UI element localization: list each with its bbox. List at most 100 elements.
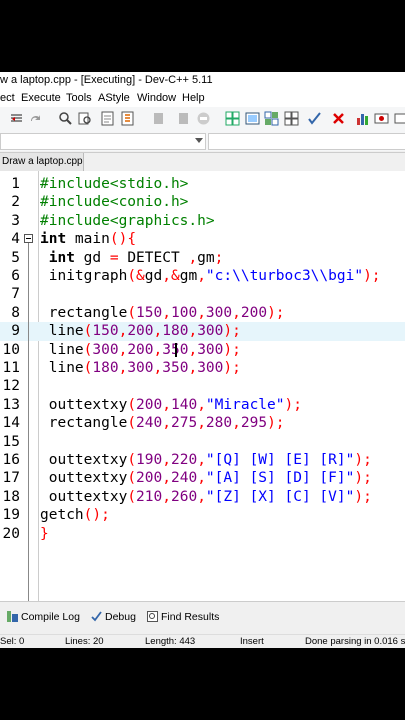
- line-number: 15: [2, 433, 20, 450]
- code-text: outtextxy(200,140,"Miracle");: [40, 396, 302, 413]
- menu-bar: ect Execute Tools AStyle Window Help: [0, 89, 405, 107]
- compile-log-icon: [7, 611, 18, 622]
- compile-run-icon[interactable]: [264, 111, 279, 126]
- menu-help[interactable]: Help: [182, 89, 205, 107]
- rebuild-icon[interactable]: [284, 111, 299, 126]
- compile-log-label: Compile Log: [21, 611, 80, 623]
- stop-circle-icon[interactable]: [196, 111, 211, 126]
- code-line[interactable]: 6 initgraph(&gd,&gm,"c:\\turboc3\\bgi");: [0, 267, 405, 285]
- check-icon[interactable]: [307, 111, 322, 126]
- code-line[interactable]: 14 rectangle(240,275,280,295);: [0, 414, 405, 432]
- code-editor[interactable]: 1 #include<stdio.h> 2 #include<conio.h> 3 #in…: [0, 171, 405, 605]
- code-text: outtextxy(190,220,"[Q] [W] [E] [R]");: [40, 452, 372, 468]
- tab-draw-a-laptop[interactable]: Draw a laptop.cpp: [0, 153, 84, 171]
- code-line[interactable]: 11 line(180,300,350,300);: [0, 359, 405, 377]
- find-results-icon: [147, 611, 158, 622]
- menu-project[interactable]: ect: [0, 89, 15, 107]
- code-text: #include<graphics.h>: [40, 212, 215, 229]
- code-line[interactable]: 8 rectangle(150,100,300,200);: [0, 304, 405, 322]
- goto-line-icon[interactable]: [100, 111, 115, 126]
- debug-icon[interactable]: [374, 111, 389, 126]
- devcpp-window: w a laptop.cpp - [Executing] - Dev-C++ 5…: [0, 72, 405, 648]
- checkmark-icon: [91, 611, 102, 622]
- compile-icon[interactable]: [225, 111, 240, 126]
- close-icon[interactable]: [331, 111, 346, 126]
- code-text: line(180,300,350,300);: [40, 360, 241, 376]
- menu-execute[interactable]: Execute: [21, 89, 61, 107]
- status-lines: Lines: 20: [65, 636, 104, 647]
- code-line[interactable]: 9 line(150,200,180,300);: [0, 322, 405, 341]
- code-text: rectangle(240,275,280,295);: [40, 415, 285, 432]
- status-insert-mode: Insert: [240, 636, 264, 647]
- code-text: line(150,200,180,300);: [40, 323, 241, 340]
- tab-find-results[interactable]: Find Results: [147, 609, 219, 625]
- debug-label: Debug: [105, 611, 136, 623]
- code-line[interactable]: 12: [0, 377, 405, 395]
- code-text: outtextxy(210,260,"[Z] [X] [C] [V]");: [40, 488, 372, 505]
- code-line[interactable]: 10 line(300,200,350,300);: [0, 341, 405, 359]
- fold-minus-icon[interactable]: [24, 234, 33, 244]
- menu-astyle[interactable]: AStyle: [98, 89, 130, 107]
- prev-page-icon[interactable]: [151, 111, 166, 126]
- code-line[interactable]: 5 int gd = DETECT ,gm;: [0, 249, 405, 267]
- code-text: int main(){: [40, 231, 137, 248]
- line-number: 12: [2, 378, 20, 395]
- code-text: #include<stdio.h>: [40, 176, 189, 192]
- next-page-icon[interactable]: [176, 111, 191, 126]
- code-line[interactable]: 17 outtextxy(200,240,"[A] [S] [D] [F]");: [0, 469, 405, 487]
- code-line[interactable]: 4 int main(){: [0, 230, 405, 248]
- line-number: 5: [11, 249, 20, 266]
- code-text: initgraph(&gd,&gm,"c:\\turboc3\\bgi");: [40, 268, 381, 284]
- run-icon[interactable]: [245, 111, 260, 126]
- bookmark-icon[interactable]: [120, 111, 135, 126]
- line-number: 2: [11, 194, 20, 211]
- line-number: 9: [11, 323, 20, 340]
- search-icon[interactable]: [58, 111, 73, 126]
- title-bar: w a laptop.cpp - [Executing] - Dev-C++ 5…: [0, 72, 405, 89]
- line-number: 19: [2, 507, 20, 524]
- code-line[interactable]: 19 getch();: [0, 506, 405, 524]
- line-number: 1: [11, 176, 20, 192]
- code-line[interactable]: 16 outtextxy(190,220,"[Q] [W] [E] [R]");: [0, 451, 405, 469]
- chart-icon[interactable]: [355, 111, 370, 126]
- code-line[interactable]: 18 outtextxy(210,260,"[Z] [X] [C] [V]");: [0, 488, 405, 506]
- tab-debug[interactable]: Debug: [91, 609, 136, 625]
- line-number: 16: [2, 452, 20, 468]
- code-line[interactable]: 3 #include<graphics.h>: [0, 212, 405, 230]
- line-number: 8: [11, 304, 20, 321]
- abort-icon[interactable]: [394, 111, 405, 126]
- status-sel: Sel: 0: [0, 636, 25, 647]
- window-title: w a laptop.cpp - [Executing] - Dev-C++ 5…: [0, 74, 213, 86]
- redo-icon[interactable]: [28, 111, 43, 126]
- line-number: 11: [2, 360, 20, 376]
- class-combo[interactable]: [0, 133, 206, 150]
- line-number: 18: [2, 488, 20, 505]
- status-length: Length: 443: [145, 636, 196, 647]
- find-replace-icon[interactable]: [78, 111, 93, 126]
- code-line[interactable]: 1 #include<stdio.h>: [0, 175, 405, 193]
- members-combo[interactable]: [208, 133, 405, 150]
- code-line[interactable]: 13 outtextxy(200,140,"Miracle");: [0, 396, 405, 414]
- code-line[interactable]: 2 #include<conio.h>: [0, 193, 405, 211]
- code-text: getch();: [40, 507, 110, 524]
- code-text: #include<conio.h>: [40, 194, 189, 211]
- code-text: int gd = DETECT ,gm;: [48, 249, 224, 266]
- code-text: rectangle(150,100,300,200);: [40, 304, 285, 321]
- code-line[interactable]: 15: [0, 433, 405, 451]
- code-text: line(300,200,350,300);: [40, 341, 241, 358]
- code-line[interactable]: 7: [0, 285, 405, 303]
- line-number: 4: [11, 231, 20, 248]
- menu-window[interactable]: Window: [137, 89, 176, 107]
- code-line[interactable]: 20}: [0, 525, 405, 543]
- line-number: 6: [11, 268, 20, 284]
- menu-tools[interactable]: Tools: [66, 89, 92, 107]
- code-text: outtextxy(200,240,"[A] [S] [D] [F]");: [40, 470, 372, 487]
- find-results-label: Find Results: [161, 611, 220, 623]
- editor-tab-bar: Draw a laptop.cpp: [0, 152, 405, 171]
- indent-icon[interactable]: [9, 111, 24, 126]
- main-toolbar: [0, 107, 405, 132]
- tab-compile-log[interactable]: Compile Log: [7, 609, 80, 625]
- status-bar: Sel: 0 Lines: 20 Length: 443 Insert Done…: [0, 634, 405, 648]
- status-message: Done parsing in 0.016 se: [305, 636, 405, 647]
- fold-guide: [28, 243, 29, 605]
